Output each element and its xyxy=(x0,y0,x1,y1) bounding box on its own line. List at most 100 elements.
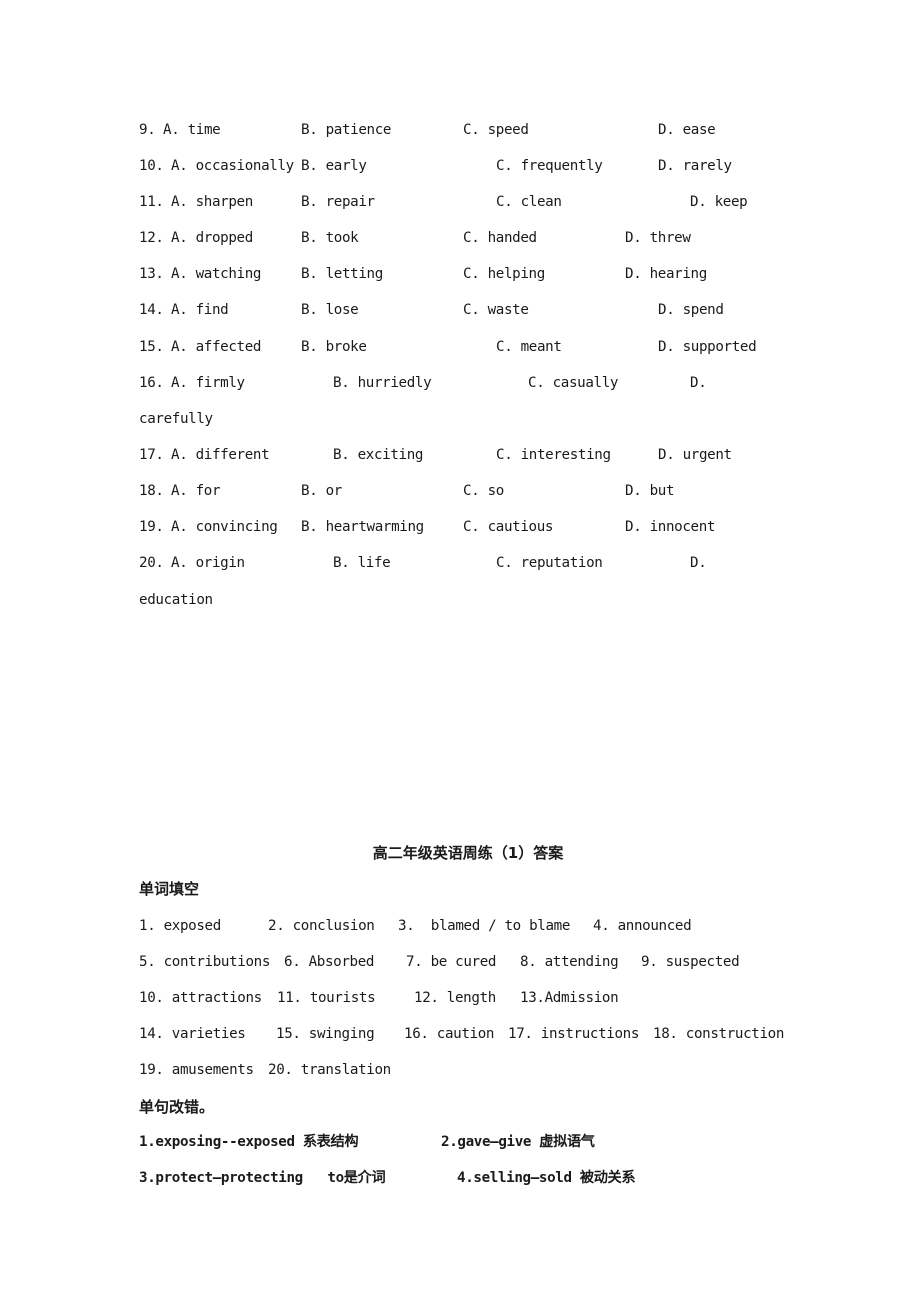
answer-item: 12. length xyxy=(414,990,496,1006)
option-c: C. casually xyxy=(528,375,619,391)
option-b: B. broke xyxy=(301,339,367,355)
question-number: 19. xyxy=(139,519,164,535)
choice-row: 13. A. watching B. letting C. helping D.… xyxy=(139,264,839,284)
choice-row: 11. A. sharpen B. repair C. clean D. kee… xyxy=(139,192,839,212)
option-a: A. for xyxy=(171,483,221,499)
error-correction-line: 3.protect—protecting to是介词 4.selling—sol… xyxy=(139,1168,839,1188)
option-c: C. meant xyxy=(496,339,562,355)
answer-item: 7. be cured xyxy=(406,954,497,970)
answer-item: 5. contributions xyxy=(139,954,271,970)
answer-key-title: 高二年级英语周练（1）答案 xyxy=(372,844,564,862)
word-fill-heading: 单词填空 xyxy=(139,880,200,898)
question-number: 16. xyxy=(139,375,164,391)
option-c: C. frequently xyxy=(496,158,603,174)
option-b: B. hurriedly xyxy=(333,375,432,391)
question-number: 15. xyxy=(139,339,164,355)
answer-item: 18. construction xyxy=(653,1026,785,1042)
question-number: 9. xyxy=(139,122,156,138)
question-number: 10. xyxy=(139,158,164,174)
option-d-wrap: carefully xyxy=(139,411,213,427)
option-d: D. rarely xyxy=(658,158,732,174)
choice-row: 19. A. convincing B. heartwarming C. cau… xyxy=(139,517,839,537)
option-b: B. took xyxy=(301,230,359,246)
answer-item: 11. tourists xyxy=(277,990,376,1006)
word-fill-line: 10. attractions 11. tourists 12. length … xyxy=(139,988,839,1008)
choice-row: 12. A. dropped B. took C. handed D. thre… xyxy=(139,228,839,248)
word-fill-line: 14. varieties 15. swinging 16. caution 1… xyxy=(139,1024,839,1044)
choice-row: 16. A. firmly B. hurriedly C. casually D… xyxy=(139,373,839,393)
option-d: D. xyxy=(690,555,707,571)
option-d: D. keep xyxy=(690,194,748,210)
option-b: B. or xyxy=(301,483,342,499)
question-number: 12. xyxy=(139,230,164,246)
option-a: A. sharpen xyxy=(171,194,253,210)
option-a: A. origin xyxy=(171,555,245,571)
answer-item: 10. attractions xyxy=(139,990,262,1006)
option-a: A. different xyxy=(171,447,270,463)
word-fill-line: 19. amusements 20. translation xyxy=(139,1060,839,1080)
option-a: A. convincing xyxy=(171,519,278,535)
option-c: C. helping xyxy=(463,266,545,282)
question-number: 18. xyxy=(139,483,164,499)
word-fill-line: 1. exposed 2. conclusion 3. blamed / to … xyxy=(139,916,839,936)
word-fill-line: 5. contributions 6. Absorbed 7. be cured… xyxy=(139,952,839,972)
answer-item: 15. swinging xyxy=(276,1026,375,1042)
error-correction-heading: 单句改错。 xyxy=(139,1098,215,1116)
question-number: 20. xyxy=(139,555,164,571)
option-d: D. hearing xyxy=(625,266,707,282)
choice-row: 20. A. origin B. life C. reputation D. xyxy=(139,553,839,573)
option-d: D. urgent xyxy=(658,447,732,463)
answer-item: 8. attending xyxy=(520,954,619,970)
choice-row: 9. A. time B. patience C. speed D. ease xyxy=(139,120,839,140)
option-b: B. heartwarming xyxy=(301,519,424,535)
answer-item: 2. conclusion xyxy=(268,918,375,934)
correction-item: 3.protect—protecting to是介词 xyxy=(139,1170,386,1186)
option-a: A. watching xyxy=(171,266,262,282)
correction-item: 2.gave—give 虚拟语气 xyxy=(441,1134,595,1150)
option-b: B. life xyxy=(333,555,391,571)
answer-item: 14. varieties xyxy=(139,1026,246,1042)
answer-item: 6. Absorbed xyxy=(284,954,375,970)
answer-item: 4. announced xyxy=(593,918,692,934)
question-number: 14. xyxy=(139,302,164,318)
choice-row: 10. A. occasionally B. early C. frequent… xyxy=(139,156,839,176)
option-c: C. reputation xyxy=(496,555,603,571)
option-b: B. letting xyxy=(301,266,383,282)
option-d: D. spend xyxy=(658,302,724,318)
option-a: A. time xyxy=(163,122,221,138)
answer-item: 17. instructions xyxy=(508,1026,640,1042)
option-a: A. firmly xyxy=(171,375,245,391)
option-b: B. repair xyxy=(301,194,375,210)
option-a: A. affected xyxy=(171,339,262,355)
choice-row: 17. A. different B. exciting C. interest… xyxy=(139,445,839,465)
option-d: D. xyxy=(690,375,707,391)
option-b: B. patience xyxy=(301,122,392,138)
question-number: 17. xyxy=(139,447,164,463)
answer-item: 20. translation xyxy=(268,1062,391,1078)
choice-row-wrap: education xyxy=(139,590,839,610)
option-d: D. threw xyxy=(625,230,691,246)
answer-item: 19. amusements xyxy=(139,1062,254,1078)
option-d-wrap: education xyxy=(139,592,213,608)
answer-item: 13.Admission xyxy=(520,990,619,1006)
answer-item: 3. blamed / to blame xyxy=(398,918,571,934)
question-number: 13. xyxy=(139,266,164,282)
option-c: C. interesting xyxy=(496,447,611,463)
option-b: B. early xyxy=(301,158,367,174)
option-a: A. find xyxy=(171,302,229,318)
question-number: 11. xyxy=(139,194,164,210)
option-a: A. occasionally xyxy=(171,158,294,174)
option-c: C. speed xyxy=(463,122,529,138)
answer-item: 1. exposed xyxy=(139,918,221,934)
correction-item: 1.exposing--exposed 系表结构 xyxy=(139,1134,359,1150)
stray-mark xyxy=(138,1222,141,1225)
option-d: D. supported xyxy=(658,339,757,355)
choice-row-wrap: carefully xyxy=(139,409,839,429)
option-d: D. ease xyxy=(658,122,716,138)
option-c: C. clean xyxy=(496,194,562,210)
option-a: A. dropped xyxy=(171,230,253,246)
document-page: 9. A. time B. patience C. speed D. ease … xyxy=(0,0,920,1302)
choice-row: 14. A. find B. lose C. waste D. spend xyxy=(139,300,839,320)
option-c: C. handed xyxy=(463,230,537,246)
option-d: D. innocent xyxy=(625,519,716,535)
